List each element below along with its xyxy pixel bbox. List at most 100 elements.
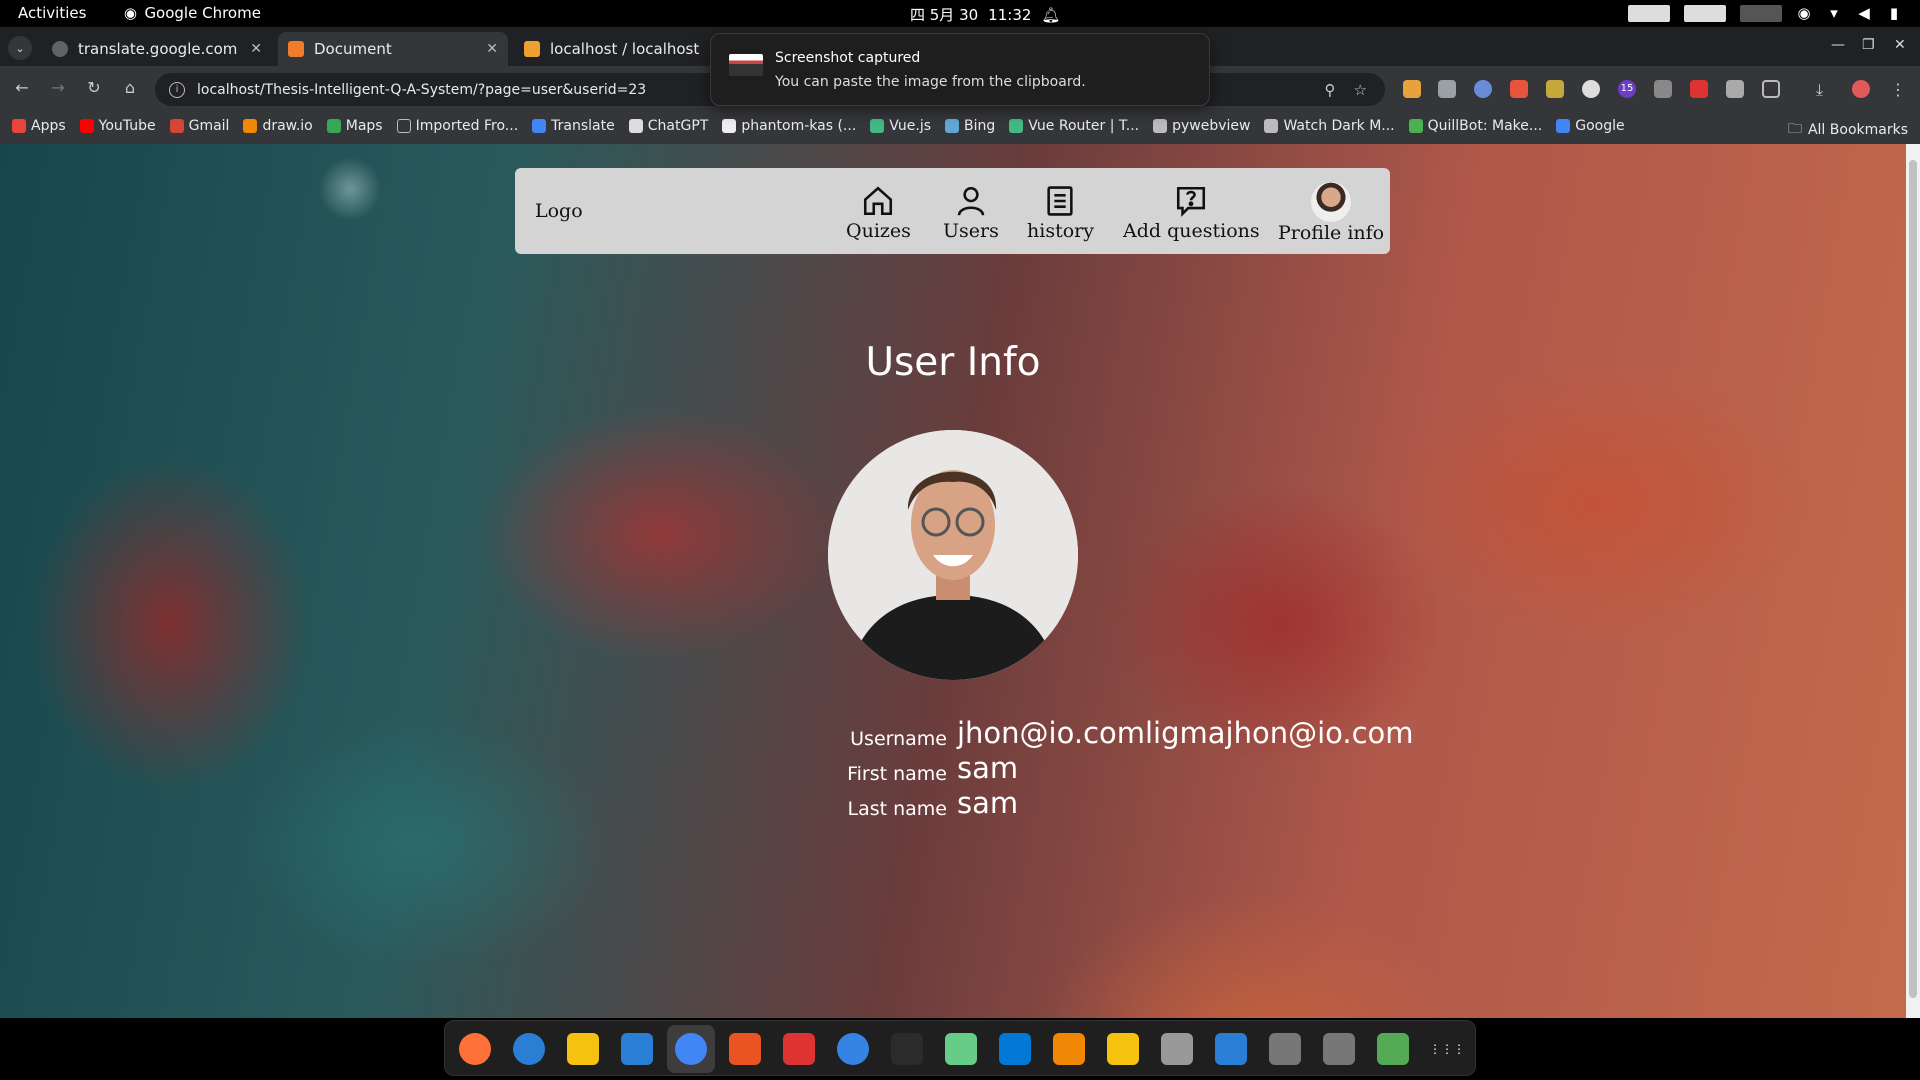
bookmark-item[interactable]: Translate — [532, 118, 615, 134]
settings-toggle-icon[interactable] — [941, 1029, 981, 1069]
download-icon[interactable]: ⤓ — [1816, 80, 1834, 99]
tab-document[interactable]: Document ✕ — [278, 32, 508, 66]
nav-history[interactable]: history — [1027, 184, 1094, 242]
extension-gear-icon[interactable] — [1582, 80, 1600, 98]
bookmark-item[interactable]: Google — [1556, 118, 1625, 134]
vscode-icon[interactable] — [995, 1029, 1035, 1069]
forward-icon[interactable]: → — [47, 78, 69, 97]
extension-circle-icon[interactable] — [1474, 80, 1492, 98]
download-manager-icon[interactable] — [779, 1029, 819, 1069]
nav-quizes[interactable]: Quizes — [846, 184, 911, 242]
extensions-puzzle-icon[interactable] — [1762, 80, 1780, 98]
activities-button[interactable]: Activities — [18, 4, 86, 22]
bookmark-item[interactable]: Vue.js — [870, 118, 931, 134]
disk-icon-2[interactable] — [1319, 1029, 1359, 1069]
bookmark-item[interactable]: phantom-kas (... — [722, 118, 856, 134]
extension-spiral-icon[interactable] — [1726, 80, 1744, 98]
thunderbird-icon-glyph — [513, 1033, 545, 1065]
page-scrollbar[interactable] — [1906, 144, 1920, 1018]
bookmark-item[interactable]: Gmail — [169, 118, 229, 134]
bookmark-item[interactable]: Maps — [326, 118, 383, 134]
zoom-icon[interactable]: ⚲ — [1325, 81, 1336, 99]
scrollbar-thumb[interactable] — [1909, 160, 1917, 998]
watch-icon — [1264, 119, 1279, 133]
bookmark-star-icon[interactable]: ☆ — [1354, 81, 1367, 99]
restore-icon[interactable]: ❐ — [1862, 37, 1875, 53]
back-icon[interactable]: ← — [11, 78, 33, 97]
extension-v-icon[interactable] — [1438, 80, 1456, 98]
show-apps-icon[interactable]: ⋮⋮⋮ — [1427, 1029, 1467, 1069]
window-close-icon[interactable]: ✕ — [1894, 37, 1906, 53]
sticky-notes-icon[interactable] — [1103, 1029, 1143, 1069]
url-text[interactable]: localhost/Thesis-Intelligent-Q-A-System/… — [197, 82, 646, 98]
extension-red-icon[interactable] — [1510, 80, 1528, 98]
extension-video-icon[interactable] — [1690, 80, 1708, 98]
disk-icon-1[interactable] — [1265, 1029, 1305, 1069]
bookmark-item[interactable]: draw.io — [243, 118, 313, 134]
more-menu-icon[interactable]: ⋮ — [1890, 80, 1908, 99]
firefox-icon[interactable] — [455, 1029, 495, 1069]
software-icon[interactable] — [725, 1029, 765, 1069]
field-value: jhon@io.comligmajhon@io.com — [957, 716, 1414, 750]
profile-avatar-icon[interactable] — [1852, 80, 1870, 98]
bookmark-label: pywebview — [1172, 118, 1251, 134]
minimize-icon[interactable]: — — [1831, 37, 1845, 53]
vlc-icon[interactable] — [1049, 1029, 1089, 1069]
tab-search-button[interactable]: ⌄ — [8, 36, 32, 60]
nav-add-questions[interactable]: Add questions — [1123, 184, 1260, 242]
extension-badge-icon[interactable]: 15 — [1618, 80, 1636, 98]
nav-profile-info[interactable]: Profile info — [1278, 182, 1384, 244]
vlc-icon-glyph — [1053, 1033, 1085, 1065]
workspace-2[interactable] — [1684, 4, 1726, 22]
nav-label: history — [1027, 220, 1094, 242]
system-tray[interactable]: ◉ ▾ ◀ ▮ — [1628, 4, 1902, 22]
extension-pen-icon[interactable] — [1403, 80, 1421, 98]
bookmark-item[interactable]: Watch Dark M... — [1264, 118, 1395, 134]
youtube-icon — [79, 119, 94, 133]
bookmark-item[interactable]: YouTube — [79, 118, 156, 134]
bing-icon — [945, 119, 960, 133]
app-center-icon[interactable] — [1211, 1029, 1251, 1069]
bookmark-item[interactable]: ChatGPT — [628, 118, 708, 134]
writer-icon[interactable] — [617, 1029, 657, 1069]
workspace-3[interactable] — [1740, 4, 1782, 22]
screenshot-notification[interactable]: Screenshot captured You can paste the im… — [710, 33, 1210, 106]
bookmark-label: draw.io — [262, 118, 313, 134]
all-bookmarks-button[interactable]: 🗀︎ All Bookmarks — [1788, 118, 1908, 142]
bookmark-item[interactable]: Bing — [945, 118, 995, 134]
bookmarks-bar: Apps YouTube Gmail draw.io Maps Imported Fro.… — [0, 112, 1920, 144]
files-icon[interactable] — [1157, 1029, 1197, 1069]
bookmark-item[interactable]: Apps — [12, 118, 66, 134]
bookmark-item[interactable]: QuillBot: Make... — [1408, 118, 1542, 134]
bookmark-label: Apps — [31, 118, 66, 134]
thunderbird-icon[interactable] — [509, 1029, 549, 1069]
trash-icon[interactable] — [1373, 1029, 1413, 1069]
site-info-icon[interactable]: i — [169, 81, 185, 98]
close-icon[interactable]: ✕ — [250, 41, 262, 57]
apps-grid-icon — [12, 119, 26, 133]
chrome-icon[interactable] — [667, 1025, 715, 1073]
reload-icon[interactable]: ↻ — [83, 78, 105, 97]
nav-users[interactable]: Users — [943, 184, 999, 242]
bookmark-item[interactable]: Vue Router | T... — [1009, 118, 1139, 134]
tab-translate[interactable]: translate.google.com ✕ — [42, 32, 272, 66]
extension-bolt-icon[interactable] — [1654, 80, 1672, 98]
workspace-1[interactable] — [1628, 4, 1670, 22]
rhythmbox-icon[interactable] — [563, 1029, 603, 1069]
bookmark-item[interactable]: pywebview — [1153, 118, 1250, 134]
help-icon[interactable] — [833, 1029, 873, 1069]
home-icon[interactable]: ⌂ — [119, 78, 141, 97]
site-logo[interactable]: Logo — [535, 200, 583, 222]
date: 四 5月 30 — [910, 6, 979, 24]
clock[interactable]: 四 5月 30 11:32 🔔︎ — [910, 4, 1060, 25]
disk-icon-1-glyph — [1269, 1033, 1301, 1065]
terminal-icon[interactable] — [887, 1029, 927, 1069]
app-menu[interactable]: ◉ Google Chrome — [122, 4, 261, 22]
extension-check-icon[interactable] — [1546, 80, 1564, 98]
folder-icon — [396, 119, 411, 133]
tab-phpmyadmin[interactable]: localhost / localhost / q — [514, 32, 714, 66]
bookmark-item[interactable]: Imported Fro... — [396, 118, 518, 134]
close-icon[interactable]: ✕ — [486, 41, 498, 57]
field-label: Last name — [847, 798, 948, 820]
site-navbar: Logo Quizes Users history Add questions … — [515, 168, 1390, 254]
